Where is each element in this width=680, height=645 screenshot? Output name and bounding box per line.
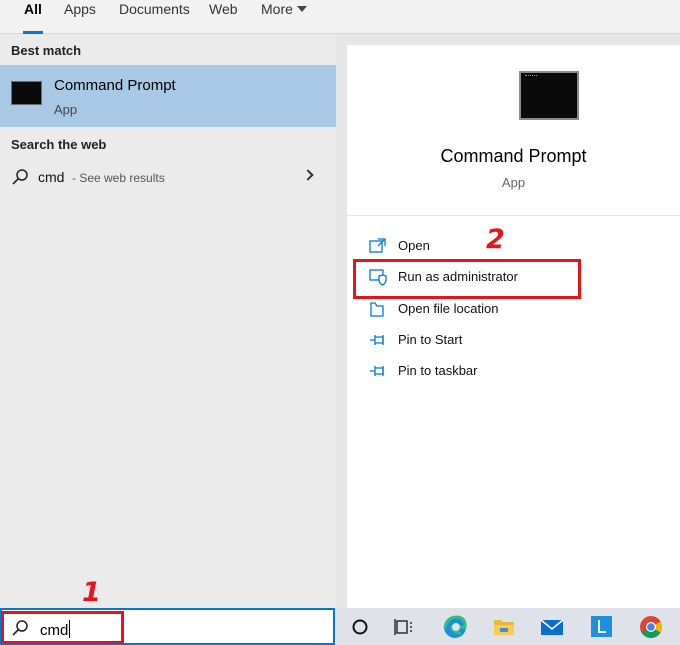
step-2-label: 2 <box>486 224 505 255</box>
best-match-header: Best match <box>11 43 82 58</box>
taskbar <box>336 608 680 645</box>
file-explorer-button[interactable] <box>484 608 524 645</box>
task-view-icon <box>394 619 412 635</box>
detail-subtitle: App <box>501 175 526 190</box>
tab-web[interactable]: Web <box>209 0 238 34</box>
best-match-title: Command Prompt <box>54 77 176 94</box>
file-explorer-icon <box>494 620 514 635</box>
search-scope-tabs: All Apps Documents Web More <box>0 0 680 34</box>
mail-button[interactable] <box>532 608 572 645</box>
results-pane: Best match Command Prompt App Search the… <box>0 35 336 608</box>
action-pin-to-taskbar[interactable]: Pin to taskbar <box>369 361 669 383</box>
step-1-label: 1 <box>82 577 101 608</box>
action-open-file-location-label: Open file location <box>398 301 499 316</box>
tab-documents[interactable]: Documents <box>119 0 190 34</box>
command-prompt-icon <box>519 71 579 120</box>
folder-icon <box>370 302 384 317</box>
task-view-button[interactable] <box>384 608 424 645</box>
web-result-query: cmd <box>38 169 65 185</box>
tab-apps-label: Apps <box>64 1 96 17</box>
web-result-suffix: - See web results <box>72 171 165 185</box>
mail-icon <box>540 619 564 635</box>
l-app-icon <box>591 616 612 637</box>
command-prompt-icon <box>11 81 42 105</box>
action-open-file-location[interactable]: Open file location <box>369 299 669 321</box>
l-app-button[interactable] <box>582 608 622 645</box>
tab-all-label: All <box>24 1 42 17</box>
cortana-icon <box>352 619 368 635</box>
tab-web-label: Web <box>209 1 238 17</box>
detail-title: Command Prompt <box>440 146 587 166</box>
pin-icon <box>370 366 384 376</box>
chrome-icon <box>640 616 662 638</box>
tab-all[interactable]: All <box>23 0 43 34</box>
detail-pane: Command Prompt App Open Run as administr… <box>347 45 680 608</box>
search-web-header: Search the web <box>11 137 107 152</box>
search-icon <box>12 169 28 185</box>
action-open[interactable]: Open <box>369 236 669 258</box>
chrome-button[interactable] <box>631 608 671 645</box>
edge-button[interactable] <box>435 608 475 645</box>
action-pin-to-taskbar-label: Pin to taskbar <box>398 363 478 378</box>
chevron-down-icon <box>296 6 307 12</box>
pin-icon <box>370 335 384 345</box>
highlight-run-as-admin <box>353 259 581 299</box>
best-match-command-prompt[interactable]: Command Prompt App <box>0 65 336 127</box>
tab-documents-label: Documents <box>119 1 190 17</box>
cortana-button[interactable] <box>340 608 380 645</box>
open-icon <box>369 238 386 253</box>
tab-more[interactable]: More <box>261 0 307 34</box>
tab-more-label: More <box>261 1 293 17</box>
chevron-right-icon <box>302 169 314 181</box>
tab-apps[interactable]: Apps <box>64 0 96 34</box>
action-pin-to-start[interactable]: Pin to Start <box>369 330 669 352</box>
detail-divider <box>347 215 680 216</box>
web-result-cmd[interactable]: cmd - See web results <box>0 163 336 193</box>
action-pin-to-start-label: Pin to Start <box>398 332 463 347</box>
edge-icon <box>443 615 467 638</box>
action-open-label: Open <box>398 238 430 253</box>
highlight-search-box <box>1 611 124 644</box>
best-match-subtitle: App <box>54 102 78 117</box>
